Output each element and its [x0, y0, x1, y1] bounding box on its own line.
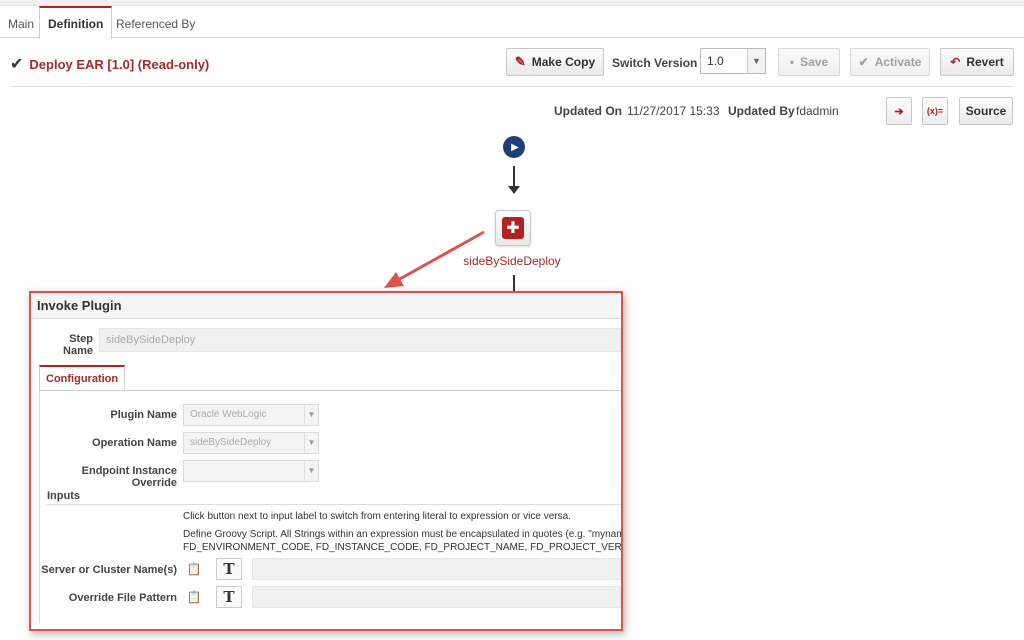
note-groovy-script: Define Groovy Script. All Strings within…: [183, 529, 623, 540]
export-button[interactable]: ➔: [886, 97, 912, 125]
pencil-icon: ✎: [514, 54, 526, 69]
main-tabs: Main Definition Referenced By: [0, 6, 1024, 39]
endpoint-override-label: Endpoint Instance Override: [81, 465, 177, 489]
tab-configuration[interactable]: Configuration: [39, 365, 126, 391]
step-name-label: Step Name: [63, 333, 93, 357]
start-node[interactable]: ▶: [503, 136, 525, 158]
chevron-down-icon: ▼: [304, 405, 318, 425]
variables-button[interactable]: (x)=: [922, 97, 948, 125]
play-icon: ▶: [511, 141, 519, 153]
text-mode-button[interactable]: T: [216, 586, 242, 608]
clipboard-icon[interactable]: 📋: [187, 561, 202, 577]
clipboard-icon[interactable]: 📋: [187, 589, 202, 605]
source-button[interactable]: Source: [959, 97, 1013, 125]
export-icon: ➔: [894, 105, 904, 118]
updated-on-value: 11/27/2017 15:33: [627, 104, 720, 118]
arrow-down-icon: [508, 186, 520, 194]
tab-definition[interactable]: Definition: [39, 6, 113, 39]
tab-main[interactable]: Main: [8, 6, 34, 38]
activate-button[interactable]: ✔ Activate: [850, 48, 930, 76]
step-name-input[interactable]: sideBySideDeploy: [99, 328, 621, 352]
make-copy-label: Make Copy: [531, 55, 596, 69]
revert-button[interactable]: ↶ Revert: [940, 48, 1014, 76]
chevron-down-icon: ▼: [304, 433, 318, 453]
floppy-icon: ▪: [789, 55, 795, 69]
server-cluster-input[interactable]: [252, 558, 621, 580]
updated-on-label: Updated On: [554, 104, 622, 118]
plugin-name-value: Oracle WebLogic: [190, 409, 267, 420]
updated-by-value: fdadmin: [796, 104, 839, 118]
override-file-pattern-input[interactable]: [252, 586, 621, 608]
invoke-plugin-panel: Invoke Plugin Step Name sideBySideDeploy…: [29, 291, 623, 631]
override-file-pattern-label: Override File Pattern: [68, 592, 177, 604]
chevron-down-icon: ▼: [304, 461, 318, 481]
panel-title: Invoke Plugin: [31, 293, 621, 319]
checkmark-icon: ✔: [10, 56, 24, 73]
plugin-name-select[interactable]: Oracle WebLogic ▼: [183, 404, 319, 426]
puzzle-icon: ✚: [502, 217, 524, 239]
endpoint-override-select[interactable]: ▼: [183, 460, 319, 482]
variables-icon: (x)=: [926, 106, 944, 116]
page-title-row: ✔ Deploy EAR [1.0] (Read-only): [10, 54, 209, 74]
version-value: 1.0: [707, 54, 724, 68]
text-mode-button[interactable]: T: [216, 558, 242, 580]
note-literal-expression: Click button next to input label to swit…: [183, 511, 571, 522]
server-cluster-label: Server or Cluster Name(s): [41, 564, 177, 576]
plugin-name-label: Plugin Name: [110, 409, 177, 421]
version-select[interactable]: 1.0 ▼: [700, 48, 766, 74]
page-title: Deploy EAR [1.0] (Read-only): [29, 56, 210, 72]
save-button[interactable]: ▪ Save: [778, 48, 840, 76]
inputs-divider: [47, 504, 621, 505]
operation-name-select[interactable]: sideBySideDeploy ▼: [183, 432, 319, 454]
activate-label: Activate: [874, 55, 922, 69]
revert-label: Revert: [966, 55, 1004, 69]
save-label: Save: [800, 55, 829, 69]
activate-check-icon: ✔: [858, 55, 869, 69]
chevron-down-icon: ▼: [747, 49, 765, 73]
plugin-step-label[interactable]: sideBySideDeploy: [450, 254, 574, 268]
inputs-heading: Inputs: [47, 490, 80, 502]
switch-version-label: Switch Version: [612, 56, 698, 70]
make-copy-button[interactable]: ✎ Make Copy: [506, 48, 604, 76]
divider: [10, 86, 1014, 87]
undo-icon: ↶: [950, 55, 961, 69]
tab-referenced-by[interactable]: Referenced By: [116, 6, 195, 38]
operation-name-value: sideBySideDeploy: [190, 437, 272, 448]
note-variables: FD_ENVIRONMENT_CODE, FD_INSTANCE_CODE, F…: [183, 542, 622, 553]
flow-connector: [513, 166, 515, 188]
operation-name-label: Operation Name: [92, 437, 177, 449]
updated-by-label: Updated By: [728, 104, 795, 118]
plugin-step-node[interactable]: ✚: [495, 210, 531, 246]
